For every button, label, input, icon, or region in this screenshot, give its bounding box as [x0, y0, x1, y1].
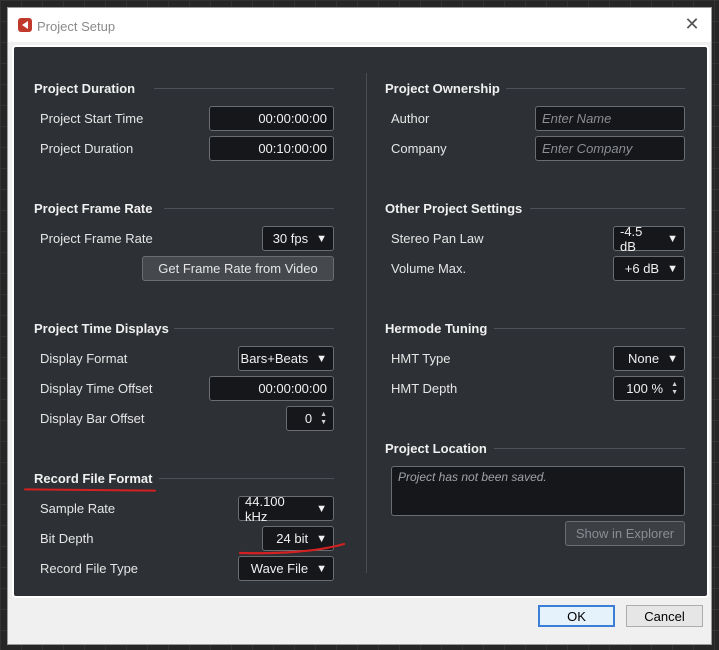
chevron-down-icon: ▼ — [316, 352, 327, 365]
spin-up-icon[interactable]: ▲ — [671, 381, 678, 389]
hmt-depth-label: HMT Depth — [391, 381, 458, 396]
volume-max-value: +6 dB — [624, 261, 660, 276]
record-file-type-select[interactable]: Wave File ▼ — [238, 556, 334, 581]
hmt-type-label: HMT Type — [391, 351, 451, 366]
record-file-type-value: Wave File — [250, 561, 309, 576]
section-divider — [164, 208, 334, 209]
stereo-pan-law-value: -4.5 dB — [620, 223, 643, 254]
section-divider — [530, 208, 685, 209]
cubase-app-icon — [18, 18, 32, 32]
hmt-depth-stepper[interactable]: 100 % ▲ ▼ — [613, 376, 685, 401]
close-button[interactable]: ✕ — [683, 15, 701, 34]
show-in-explorer-button[interactable]: Show in Explorer — [565, 521, 685, 546]
sample-rate-value: 44.100 kHz — [245, 493, 285, 524]
title-bar: Project Setup ✕ — [8, 8, 711, 42]
stereo-pan-law-select[interactable]: -4.5 dB ▼ — [613, 223, 685, 254]
section-title-record-file-format: Record File Format — [34, 471, 153, 486]
display-time-offset-label: Display Time Offset — [40, 381, 153, 396]
section-divider — [159, 478, 334, 479]
get-frame-rate-from-video-button[interactable]: Get Frame Rate from Video — [142, 256, 334, 281]
display-bar-offset-value: 0 — [304, 411, 313, 426]
spin-up-icon[interactable]: ▲ — [320, 411, 327, 419]
project-start-time-field[interactable]: 00:00:00:00 — [209, 106, 334, 131]
section-divider — [494, 448, 685, 449]
project-setup-dialog: Project Setup ✕ Project Duration Project… — [7, 7, 712, 645]
display-bar-offset-stepper[interactable]: 0 ▲ ▼ — [286, 406, 334, 431]
chevron-down-icon: ▼ — [667, 232, 678, 245]
section-title-project-location: Project Location — [385, 441, 487, 456]
section-title-hermode-tuning: Hermode Tuning — [385, 321, 488, 336]
hmt-type-value: None — [628, 351, 660, 366]
display-time-offset-field[interactable]: 00:00:00:00 — [209, 376, 334, 401]
volume-max-label: Volume Max. — [391, 261, 467, 276]
author-label: Author — [391, 111, 430, 126]
stereo-pan-law-label: Stereo Pan Law — [391, 231, 484, 246]
section-divider — [506, 88, 685, 89]
record-file-type-label: Record File Type — [40, 561, 139, 576]
section-title-other-settings: Other Project Settings — [385, 201, 523, 216]
hmt-depth-value: 100 % — [626, 381, 664, 396]
section-divider — [174, 328, 334, 329]
section-title-project-ownership: Project Ownership — [385, 81, 500, 96]
display-format-select[interactable]: Bars+Beats ▼ — [238, 346, 334, 371]
display-format-value: Bars+Beats — [240, 351, 309, 366]
chevron-down-icon: ▼ — [667, 352, 678, 365]
project-duration-field[interactable]: 00:10:00:00 — [209, 136, 334, 161]
spin-arrows-icon[interactable]: ▲ ▼ — [671, 381, 678, 397]
section-title-frame-rate: Project Frame Rate — [34, 201, 153, 216]
display-format-label: Display Format — [40, 351, 128, 366]
frame-rate-value: 30 fps — [272, 231, 309, 246]
volume-max-select[interactable]: +6 dB ▼ — [613, 256, 685, 281]
project-location-path: Project has not been saved. — [391, 466, 685, 516]
red-annotation-underline — [23, 488, 157, 492]
spin-down-icon[interactable]: ▼ — [320, 419, 327, 427]
project-start-time-label: Project Start Time — [40, 111, 144, 126]
author-placeholder: Enter Name — [542, 111, 612, 126]
chevron-down-icon: ▼ — [316, 562, 327, 575]
section-divider — [154, 88, 334, 89]
hmt-type-select[interactable]: None ▼ — [613, 346, 685, 371]
company-placeholder: Enter Company — [542, 141, 633, 156]
chevron-down-icon: ▼ — [316, 232, 327, 245]
section-divider — [494, 328, 685, 329]
column-divider — [366, 73, 367, 573]
ok-button[interactable]: OK — [538, 605, 615, 627]
company-input[interactable]: Enter Company — [535, 136, 685, 161]
cancel-button[interactable]: Cancel — [626, 605, 703, 627]
project-duration-label: Project Duration — [40, 141, 134, 156]
display-bar-offset-label: Display Bar Offset — [40, 411, 145, 426]
company-label: Company — [391, 141, 447, 156]
chevron-down-icon: ▼ — [667, 262, 678, 275]
spin-arrows-icon[interactable]: ▲ ▼ — [320, 411, 327, 427]
sample-rate-label: Sample Rate — [40, 501, 116, 516]
section-title-project-duration: Project Duration — [34, 81, 136, 96]
section-title-time-displays: Project Time Displays — [34, 321, 169, 336]
frame-rate-select[interactable]: 30 fps ▼ — [262, 226, 334, 251]
frame-rate-label: Project Frame Rate — [40, 231, 153, 246]
sample-rate-select[interactable]: 44.100 kHz ▼ — [238, 493, 334, 524]
settings-panel: Project Duration Project Start Time 00:0… — [12, 45, 709, 598]
chevron-down-icon: ▼ — [316, 502, 327, 515]
spin-down-icon[interactable]: ▼ — [671, 389, 678, 397]
window-title: Project Setup — [37, 19, 116, 34]
author-input[interactable]: Enter Name — [535, 106, 685, 131]
bit-depth-label: Bit Depth — [40, 531, 94, 546]
